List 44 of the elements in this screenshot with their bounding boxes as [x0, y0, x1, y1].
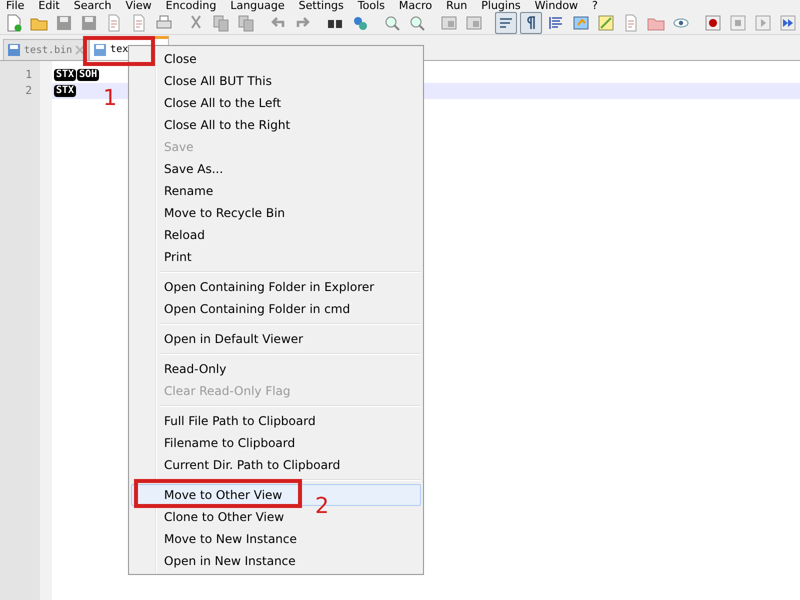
menu-item[interactable]: Macro	[398, 0, 432, 11]
menu-item[interactable]: Close	[131, 48, 421, 70]
save-icon	[7, 43, 21, 57]
control-char-token: STX	[54, 69, 76, 81]
menu-item[interactable]: Open Containing Folder in cmd	[131, 298, 421, 320]
menu-item[interactable]: Open in New Instance	[131, 550, 421, 572]
pilcrow-icon[interactable]	[520, 12, 542, 34]
control-char-token: SOH	[77, 69, 100, 81]
menu-item[interactable]: Rename	[131, 180, 421, 202]
menu-item[interactable]: Settings	[298, 0, 344, 11]
file-tab[interactable]: test.bin	[3, 39, 90, 60]
close-icon[interactable]	[75, 45, 86, 55]
menu-item[interactable]: Filename to Clipboard	[131, 432, 421, 454]
menu-item[interactable]: Plugins	[481, 0, 521, 11]
menu-item[interactable]: File	[6, 0, 24, 11]
menu-item[interactable]: Move to Recycle Bin	[131, 202, 421, 224]
menu-item[interactable]: Current Dir. Path to Clipboard	[131, 454, 421, 476]
menu-item[interactable]: Reload	[131, 224, 421, 246]
menu-item[interactable]: Window	[534, 0, 578, 11]
line-number: 2	[24, 83, 33, 99]
control-char-token: STX	[54, 85, 76, 97]
menu-item[interactable]: Close All to the Left	[131, 92, 421, 114]
word-wrap-icon[interactable]	[495, 12, 517, 34]
menu-item[interactable]: Read-Only	[131, 358, 421, 380]
menu-item[interactable]: Close All BUT This	[131, 70, 421, 92]
menu-item[interactable]: Print	[131, 246, 421, 268]
menu-item[interactable]: Open in Default Viewer	[131, 328, 421, 350]
menu-item[interactable]: Tools	[358, 0, 385, 11]
menu-item[interactable]: Save As...	[131, 158, 421, 180]
menu-item[interactable]: Encoding	[166, 0, 216, 11]
menu-item[interactable]: Run	[446, 0, 468, 11]
menu-item[interactable]: Open Containing Folder in Explorer	[131, 276, 421, 298]
menu-item[interactable]: Move to New Instance	[131, 528, 421, 550]
save-icon	[93, 42, 108, 56]
line-number: 1	[24, 67, 33, 83]
annotation-number: 1	[103, 86, 117, 111]
menu-item[interactable]: View	[126, 0, 152, 11]
menu-item[interactable]: Edit	[38, 0, 60, 11]
menu-item[interactable]: ?	[592, 0, 598, 11]
highlight-rectangle	[83, 36, 155, 66]
menu-item[interactable]: Language	[230, 0, 285, 11]
menu-item[interactable]: Close All to the Right	[131, 114, 421, 136]
menu-item[interactable]: Full File Path to Clipboard	[131, 410, 421, 432]
menu-item[interactable]: Search	[74, 0, 112, 11]
